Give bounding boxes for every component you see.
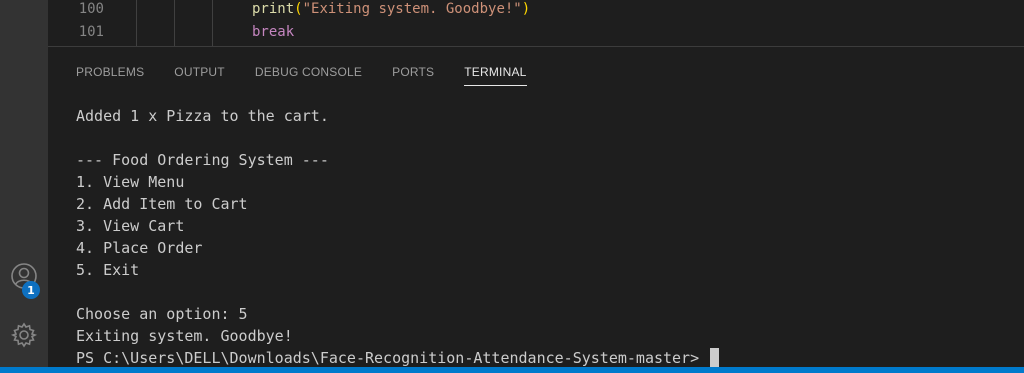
terminal-line: Choose an option: 5 <box>76 305 248 323</box>
line-number: 101 <box>78 24 104 40</box>
manage-settings-button[interactable] <box>0 317 48 357</box>
terminal-line: 2. Add Item to Cart <box>76 195 248 213</box>
code-line[interactable]: 100 print("Exiting system. Goodbye!") <box>48 0 1024 20</box>
tab-problems[interactable]: PROBLEMS <box>76 63 144 85</box>
terminal-prompt-line[interactable]: PS C:\Users\DELL\Downloads\Face-Recognit… <box>76 347 1016 369</box>
code-editor[interactable]: 100 print("Exiting system. Goodbye!") 10… <box>48 0 1024 46</box>
terminal-line: Exiting system. Goodbye! <box>76 327 293 345</box>
keyword-token: break <box>252 24 295 40</box>
activity-bar: 1 <box>0 0 48 367</box>
terminal-line: 5. Exit <box>76 261 140 279</box>
code-text: break <box>252 21 294 43</box>
panel-tabs: PROBLEMS OUTPUT DEBUG CONSOLE PORTS TERM… <box>76 63 557 86</box>
bottom-panel: PROBLEMS OUTPUT DEBUG CONSOLE PORTS TERM… <box>48 46 1024 368</box>
paren-token: ) <box>521 1 531 17</box>
terminal-line: 1. View Menu <box>76 173 185 191</box>
tab-output[interactable]: OUTPUT <box>174 63 225 85</box>
tab-ports[interactable]: PORTS <box>392 63 434 85</box>
paren-token: ( <box>294 1 303 17</box>
terminal-line: 4. Place Order <box>76 239 203 257</box>
tab-debug-console[interactable]: DEBUG CONSOLE <box>255 63 362 85</box>
terminal-line: 3. View Cart <box>76 217 185 235</box>
vscode-window: 1 100 print("Exiting system. Goodbye!") … <box>0 0 1024 373</box>
accounts-button[interactable]: 1 <box>0 258 48 299</box>
function-token: print <box>252 1 295 17</box>
accounts-badge: 1 <box>22 281 40 299</box>
code-line[interactable]: 101 break <box>48 21 1024 43</box>
terminal-line: Added 1 x Pizza to the cart. <box>76 107 329 125</box>
terminal-line: --- Food Ordering System --- <box>76 151 329 169</box>
tab-terminal[interactable]: TERMINAL <box>464 63 527 86</box>
string-token: "Exiting system. Goodbye!" <box>302 1 522 17</box>
code-text: print("Exiting system. Goodbye!") <box>252 0 530 20</box>
line-number: 100 <box>78 1 104 17</box>
settings-gear-icon <box>10 321 38 354</box>
terminal-cursor <box>710 348 720 367</box>
status-bar <box>0 367 1024 373</box>
terminal-prompt: PS C:\Users\DELL\Downloads\Face-Recognit… <box>76 349 709 367</box>
terminal-output[interactable]: Added 1 x Pizza to the cart. --- Food Or… <box>76 105 1016 369</box>
